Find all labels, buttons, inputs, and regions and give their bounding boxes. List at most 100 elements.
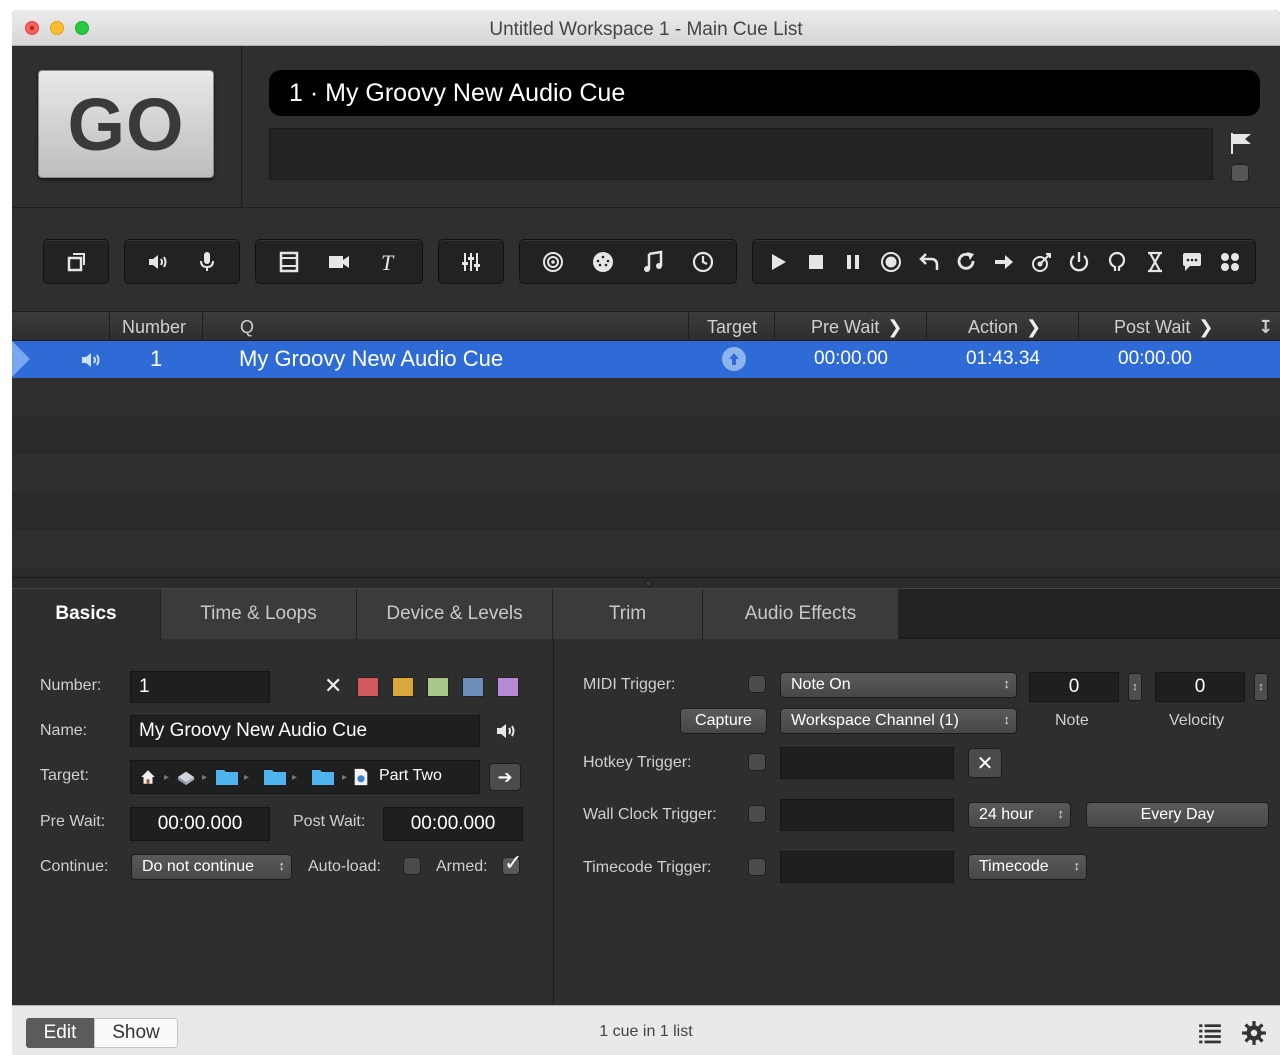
flag-checkbox[interactable] (1231, 164, 1249, 182)
disarm-icon[interactable] (1103, 248, 1131, 276)
hotkey-trigger-label: Hotkey Trigger: (583, 754, 692, 771)
midi-icon[interactable] (589, 248, 617, 276)
every-day-button[interactable]: Every Day (1086, 802, 1269, 828)
wait-icon[interactable] (1141, 248, 1169, 276)
fade-icon[interactable] (457, 248, 485, 276)
toolbar-group-fade (438, 239, 504, 284)
color-swatch-green[interactable] (427, 677, 449, 697)
column-target[interactable]: Target (707, 317, 757, 338)
velocity-stepper[interactable]: ↕ (1254, 673, 1268, 701)
timecode-select[interactable]: Timecode (968, 854, 1087, 880)
cue-notes-field[interactable] (269, 128, 1213, 180)
clear-color-icon[interactable]: ✕ (324, 673, 342, 699)
goto-icon[interactable] (990, 248, 1018, 276)
pause-icon[interactable] (839, 248, 867, 276)
continue-select[interactable]: Do not continue (131, 854, 292, 880)
midi-type-select[interactable]: Note On (780, 672, 1017, 698)
timecode-icon[interactable] (689, 248, 717, 276)
go-button[interactable]: GO (38, 70, 214, 178)
number-field[interactable]: 1 (130, 671, 270, 703)
network-icon[interactable] (539, 248, 567, 276)
color-swatch-red[interactable] (357, 677, 379, 697)
hotkey-field[interactable] (780, 747, 954, 779)
timecode-trigger-checkbox[interactable] (748, 858, 766, 876)
column-number[interactable]: Number (122, 317, 186, 338)
devamp-icon[interactable] (952, 248, 980, 276)
camera-icon[interactable] (325, 248, 353, 276)
checkmark-icon: ✓ (504, 850, 523, 875)
pre-wait-field[interactable]: 00:00.000 (130, 807, 270, 841)
timecode-field[interactable] (780, 851, 954, 883)
timecode-trigger-label: Timecode Trigger: (583, 859, 712, 876)
armed-checkbox[interactable]: ✓ (502, 850, 522, 875)
audio-icon[interactable] (144, 248, 172, 276)
video-icon[interactable] (275, 248, 303, 276)
cue-list: 1 My Groovy New Audio Cue 00:00.00 01:43… (12, 341, 1280, 606)
tab-audio-effects[interactable]: Audio Effects (703, 589, 899, 639)
memo-icon[interactable] (1178, 248, 1206, 276)
velocity-field[interactable]: 0 (1155, 672, 1245, 702)
mic-icon[interactable] (193, 248, 221, 276)
toolbar-group-audio (124, 239, 240, 284)
tab-device-levels[interactable]: Device & Levels (357, 589, 553, 639)
column-pre-wait[interactable]: Pre Wait ❯ (811, 317, 902, 338)
target-icon[interactable] (722, 347, 746, 371)
pre-wait-label: Pre Wait: (40, 813, 106, 830)
column-q[interactable]: Q (240, 317, 254, 338)
note-field[interactable]: 0 (1029, 672, 1119, 702)
chevron-right-icon: ❯ (887, 317, 903, 337)
hour-mode-select[interactable]: 24 hour (968, 802, 1071, 828)
table-row[interactable]: 1 My Groovy New Audio Cue 00:00.00 01:43… (12, 341, 1280, 378)
music-icon[interactable] (639, 248, 667, 276)
cue-count-status: 1 cue in 1 list (599, 1023, 693, 1040)
pre-wait-cell: 00:00.00 (814, 348, 888, 369)
load-icon[interactable] (877, 248, 905, 276)
name-label: Name: (40, 722, 88, 739)
group-icon[interactable] (62, 248, 90, 276)
clear-hotkey-button[interactable]: ✕ (968, 748, 1002, 778)
wall-clock-trigger-label: Wall Clock Trigger: (583, 806, 717, 823)
column-pre-wait-label: Pre Wait (811, 317, 880, 337)
cue-list-header: Number Q Target Pre Wait ❯ Action ❯ Post W… (12, 311, 1280, 342)
gear-icon[interactable] (1241, 1020, 1267, 1046)
reveal-target-button[interactable]: ➔ (489, 763, 521, 791)
reset-icon[interactable] (915, 248, 943, 276)
column-action[interactable]: Action ❯ (968, 317, 1041, 338)
list-icon[interactable] (1197, 1020, 1223, 1046)
standby-cue-title: 1 · My Groovy New Audio Cue (269, 70, 1260, 116)
stop-icon[interactable] (802, 248, 830, 276)
script-icon[interactable] (1216, 248, 1244, 276)
note-stepper[interactable]: ↕ (1128, 673, 1142, 701)
tab-trim[interactable]: Trim (553, 589, 703, 639)
continue-label: Continue: (40, 858, 109, 875)
arm-icon[interactable] (1065, 248, 1093, 276)
name-field[interactable]: My Groovy New Audio Cue (130, 715, 480, 747)
start-icon[interactable] (764, 248, 792, 276)
flag-icon (1231, 133, 1251, 154)
column-post-wait[interactable]: Post Wait ❯ (1114, 317, 1213, 338)
target-path[interactable]: ▸ ▸ ▸ ▸ ▸ Part Two (130, 760, 480, 794)
hotkey-trigger-checkbox[interactable] (748, 753, 766, 771)
split-divider[interactable] (12, 577, 1280, 589)
cue-name-cell: My Groovy New Audio Cue (239, 346, 504, 371)
color-swatch-purple[interactable] (497, 677, 519, 697)
window-title: Untitled Workspace 1 - Main Cue List (489, 19, 803, 40)
wall-clock-field[interactable] (780, 799, 954, 831)
color-swatch-orange[interactable] (392, 677, 414, 697)
midi-channel-select[interactable]: Workspace Channel (1) (780, 708, 1017, 734)
svg-text:T: T (381, 250, 395, 274)
autoload-checkbox[interactable] (403, 857, 421, 875)
chevron-right-icon: ❯ (1026, 317, 1042, 337)
post-wait-field[interactable]: 00:00.000 (383, 807, 523, 841)
tab-basics[interactable]: Basics (12, 589, 161, 639)
wall-clock-trigger-checkbox[interactable] (748, 805, 766, 823)
target-icon[interactable] (1028, 248, 1056, 276)
autoload-label: Auto-load: (308, 858, 381, 875)
tab-time-loops[interactable]: Time & Loops (161, 589, 357, 639)
text-icon[interactable]: T (375, 248, 403, 276)
status-bar: Edit Show 1 cue in 1 list (12, 1005, 1280, 1055)
midi-trigger-checkbox[interactable] (748, 675, 766, 693)
capture-button[interactable]: Capture (680, 708, 767, 734)
color-swatch-blue[interactable] (462, 677, 484, 697)
audio-preview-icon[interactable] (493, 719, 519, 743)
